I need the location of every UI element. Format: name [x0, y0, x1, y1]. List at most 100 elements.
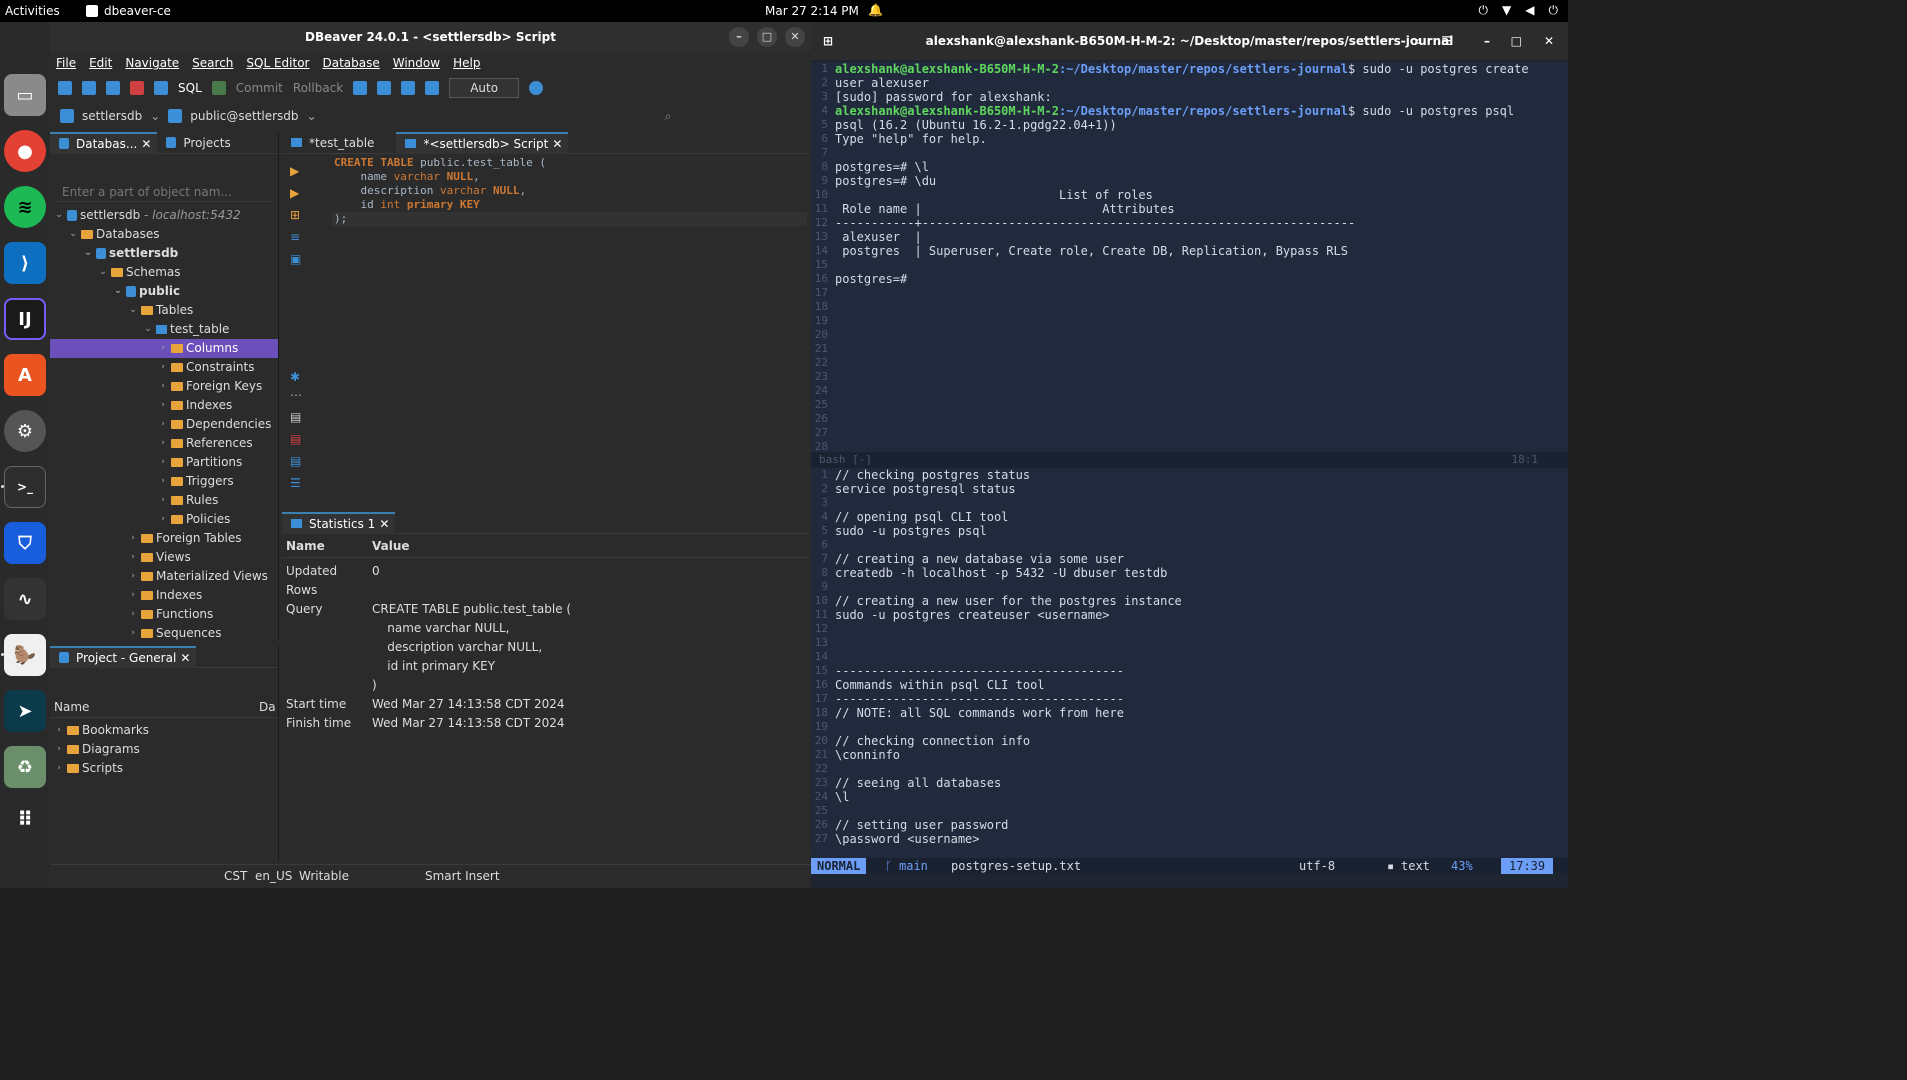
- maximize-button[interactable]: □: [1511, 22, 1522, 60]
- column-header-value[interactable]: Value: [372, 534, 410, 557]
- chevron-down-icon[interactable]: ⌄: [307, 109, 317, 123]
- project-item-bookmarks[interactable]: › Bookmarks: [50, 721, 278, 740]
- vim-split-separator[interactable]: bash [-] 18:1: [811, 452, 1568, 468]
- close-icon[interactable]: ✕: [379, 513, 389, 535]
- status-timezone[interactable]: CST: [224, 869, 247, 883]
- user-icon[interactable]: ⏻: [1479, 3, 1489, 18]
- stat-row-finish-time[interactable]: Finish time Wed Mar 27 14:13:58 CDT 2024: [282, 714, 809, 733]
- new-tab-icon[interactable]: ⊞: [823, 22, 833, 60]
- wifi-icon[interactable]: ▼: [1502, 3, 1511, 18]
- format-icon[interactable]: ≡: [290, 230, 300, 244]
- explain-plan-icon[interactable]: ⊞: [290, 208, 300, 222]
- tree-item-views[interactable]: › Views: [50, 548, 278, 567]
- execute-script-icon[interactable]: ▶: [290, 186, 299, 200]
- disconnect-icon[interactable]: [130, 81, 144, 95]
- export-icon[interactable]: ▤: [290, 410, 301, 424]
- files-app-icon[interactable]: ▭: [4, 74, 46, 116]
- tab-database-navigator[interactable]: Databas... ✕: [50, 131, 158, 155]
- dbeaver-titlebar[interactable]: DBeaver 24.0.1 - <settlersdb> Script – □…: [50, 22, 811, 52]
- column-header-name[interactable]: Name: [286, 534, 372, 557]
- menu-sql-editor[interactable]: SQL Editor: [246, 56, 309, 70]
- tab-statistics-1[interactable]: Statistics 1 ✕: [282, 511, 396, 535]
- trash-app-icon[interactable]: ♻: [4, 746, 46, 788]
- show-apps-icon[interactable]: ⠿: [4, 798, 46, 840]
- bitwarden-app-icon[interactable]: ⛉: [4, 522, 46, 564]
- globe-icon[interactable]: [529, 81, 544, 95]
- maximize-button[interactable]: □: [757, 27, 777, 47]
- close-button[interactable]: ✕: [785, 27, 805, 47]
- lock-icon[interactable]: [377, 81, 392, 95]
- search-icon[interactable]: ⌕: [665, 109, 672, 124]
- settings-icon[interactable]: ✱: [290, 370, 300, 384]
- tree-item-functions[interactable]: › Functions: [50, 605, 278, 624]
- tree-item-constraints[interactable]: › Constraints: [50, 358, 278, 377]
- plug-icon[interactable]: [106, 81, 120, 95]
- settings-app-icon[interactable]: ⚙: [4, 410, 46, 452]
- tree-item-columns[interactable]: › Columns: [50, 339, 278, 358]
- tree-item-tables[interactable]: ⌄ Tables: [50, 301, 278, 320]
- activities-button[interactable]: Activities: [5, 4, 60, 18]
- transaction-mode-icon[interactable]: [353, 81, 368, 95]
- auto-commit-select[interactable]: Auto: [449, 78, 520, 98]
- column-header-da[interactable]: Da: [259, 696, 276, 717]
- active-schema-select[interactable]: public@settlersdb: [190, 109, 298, 123]
- close-icon[interactable]: ✕: [552, 133, 562, 155]
- tree-item-dependencies[interactable]: › Dependencies: [50, 415, 278, 434]
- menu-help[interactable]: Help: [453, 56, 480, 70]
- clock[interactable]: Mar 27 2:14 PM: [765, 4, 859, 18]
- stat-row-start-time[interactable]: Start time Wed Mar 27 14:13:58 CDT 2024: [282, 695, 809, 714]
- tree-item-schemas[interactable]: ⌄ Schemas: [50, 263, 278, 282]
- tree-item-policies[interactable]: › Policies: [50, 510, 278, 529]
- connect-icon[interactable]: [82, 81, 96, 95]
- project-item-diagrams[interactable]: › Diagrams: [50, 740, 278, 759]
- load-icon[interactable]: ▤: [290, 454, 301, 468]
- tab-test-table[interactable]: *test_table: [282, 132, 380, 154]
- tab-settlersdb-script[interactable]: *<settlersdb> Script ✕: [396, 131, 569, 155]
- execute-statement-icon[interactable]: ▶: [290, 164, 299, 178]
- active-datasource-select[interactable]: settlersdb: [82, 109, 142, 123]
- save-icon[interactable]: ▤: [290, 432, 301, 446]
- console-icon[interactable]: ▣: [290, 252, 301, 266]
- terminal-titlebar[interactable]: ⊞ alexshank@alexshank-B650M-H-M-2: ~/Des…: [811, 22, 1568, 60]
- menu-navigate[interactable]: Navigate: [125, 56, 179, 70]
- tab-projects[interactable]: Projects: [157, 132, 236, 154]
- tree-item-schema-indexes[interactable]: › Indexes: [50, 586, 278, 605]
- notification-icon[interactable]: 🔔: [868, 3, 883, 17]
- tree-item-databases[interactable]: ⌄ Databases: [50, 225, 278, 244]
- project-item-scripts[interactable]: › Scripts: [50, 759, 278, 778]
- tree-item-settlersdb[interactable]: ⌄ settlersdb: [50, 244, 278, 263]
- menu-edit[interactable]: Edit: [89, 56, 112, 70]
- search-icon[interactable]: ⌕: [1415, 22, 1422, 60]
- more-icon[interactable]: ⋯: [290, 388, 302, 402]
- minimize-button[interactable]: –: [729, 27, 749, 47]
- power-icon[interactable]: ⏻: [1549, 3, 1559, 18]
- outline-icon[interactable]: ☰: [290, 476, 301, 490]
- object-filter-input[interactable]: Enter a part of object nam...: [56, 182, 272, 202]
- cloud-icon[interactable]: [401, 81, 416, 95]
- tree-item-sequences[interactable]: › Sequences: [50, 624, 278, 643]
- system-tray[interactable]: ⏻ ▼ ◀ ⏻: [1479, 3, 1558, 18]
- system-monitor-app-icon[interactable]: ∿: [4, 578, 46, 620]
- tree-item-foreign-keys[interactable]: › Foreign Keys: [50, 377, 278, 396]
- stat-row-query[interactable]: Query CREATE TABLE public.test_table (: [282, 600, 809, 619]
- terminal-app-icon[interactable]: >_: [4, 466, 46, 508]
- rollback-button[interactable]: Rollback: [293, 81, 343, 95]
- volume-icon[interactable]: ◀: [1525, 3, 1534, 18]
- status-insert-mode[interactable]: Smart Insert: [425, 869, 500, 883]
- tree-item-test-table[interactable]: ⌄ test_table: [50, 320, 278, 339]
- vim-file-pane[interactable]: 1// checking postgres status 2 service po…: [811, 468, 1568, 858]
- sql-button[interactable]: SQL: [178, 81, 202, 95]
- tree-item-rules[interactable]: › Rules: [50, 491, 278, 510]
- column-header-name[interactable]: Name: [54, 696, 259, 717]
- software-center-app-icon[interactable]: A: [4, 354, 46, 396]
- chevron-down-icon[interactable]: ⌄: [150, 109, 160, 123]
- close-icon[interactable]: ✕: [141, 133, 151, 155]
- vscode-app-icon[interactable]: ⟩: [4, 242, 46, 284]
- cloud-sync-icon[interactable]: [425, 81, 440, 95]
- close-icon[interactable]: ✕: [180, 647, 190, 669]
- tree-item-public[interactable]: ⌄ public: [50, 282, 278, 301]
- sql-editor-icon[interactable]: [154, 81, 168, 95]
- spotify-app-icon[interactable]: ≋: [4, 186, 46, 228]
- remote-app-icon[interactable]: ➤: [4, 690, 46, 732]
- status-writable[interactable]: Writable: [299, 869, 349, 883]
